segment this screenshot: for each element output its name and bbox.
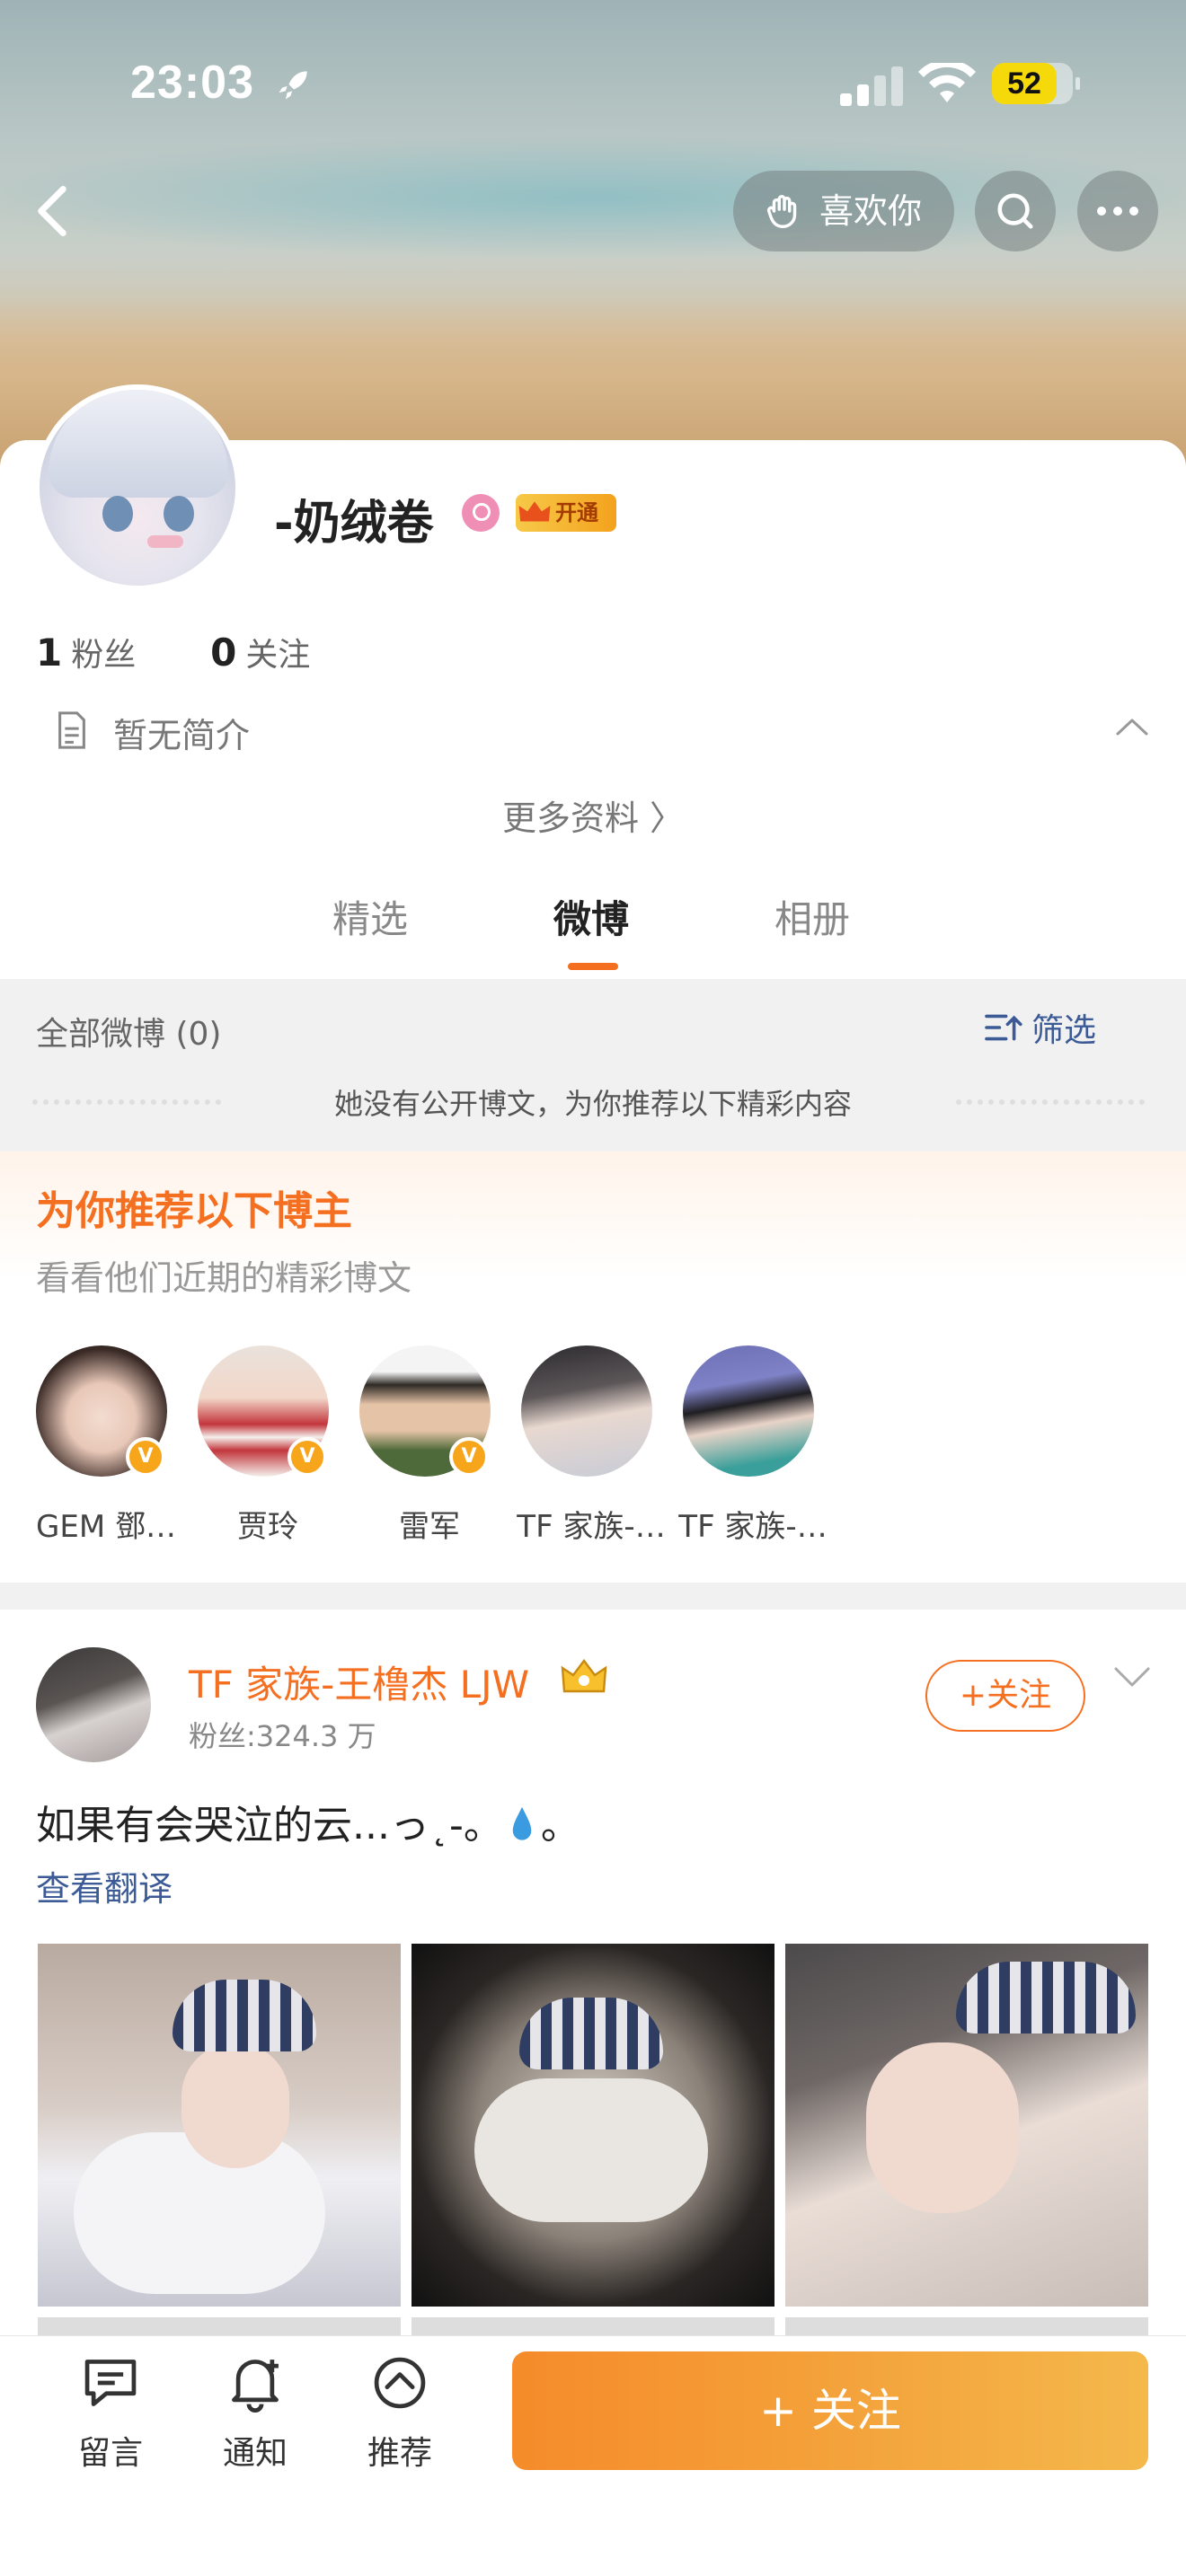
recommended-user[interactable]: TF 家族-… — [510, 1345, 666, 1561]
cellular-signal-icon — [840, 63, 903, 106]
comment-label: 留言 — [77, 2435, 143, 2472]
wifi-icon — [918, 63, 976, 102]
search-icon — [997, 193, 1033, 229]
verified-badge-icon — [126, 1437, 165, 1477]
message-icon — [84, 2360, 137, 2406]
status-time: 23:03 — [130, 57, 254, 109]
recommended-user[interactable]: TF 家族-… — [672, 1345, 828, 1561]
following-label: 关注 — [245, 637, 311, 674]
section-divider — [0, 1583, 1186, 1610]
verified-badge-icon — [288, 1437, 327, 1477]
post-author-fans: 粉丝:324.3 万 — [189, 1719, 376, 1753]
comment-button[interactable]: 留言 — [49, 2353, 166, 2479]
post-image[interactable] — [38, 1944, 401, 2307]
recommended-user-name: GEM 鄧… — [36, 1509, 176, 1545]
translate-link[interactable]: 查看翻译 — [36, 1861, 173, 1910]
profile-nickname: -奶绒卷 — [274, 497, 434, 551]
vip-label: 开通 — [555, 500, 598, 525]
level-badge-icon[interactable] — [462, 494, 500, 532]
status-bar: 23:03 52 — [0, 0, 1186, 180]
post-text-main: 如果有会哭泣的云...っ˛-。 — [36, 1803, 503, 1848]
fans-count: 1 — [36, 631, 63, 675]
following-stat[interactable]: 0 关注 — [210, 631, 311, 675]
vip-badge[interactable]: 开通 — [516, 494, 616, 532]
recommend-subtitle: 看看他们近期的精彩博文 — [36, 1258, 412, 1298]
bio-text: 暂无简介 — [113, 716, 251, 755]
bell-plus-icon — [232, 2360, 279, 2413]
post-image[interactable] — [785, 1944, 1148, 2307]
recommended-user-name: 雷军 — [399, 1509, 460, 1545]
chevron-up-icon[interactable] — [1114, 713, 1150, 740]
tab-album[interactable]: 相册 — [774, 889, 850, 944]
document-icon — [58, 711, 85, 749]
recommend-section: 为你推荐以下博主 看看他们近期的精彩博文 GEM 鄧… 贾玲 雷军 TF 家族-… — [0, 1151, 1186, 1583]
back-arrow-icon[interactable] — [25, 180, 79, 243]
post-text-end: 。 — [540, 1803, 580, 1848]
chevron-circle-icon — [374, 2357, 426, 2409]
tab-weibo[interactable]: 微博 — [553, 889, 629, 944]
crown-icon — [561, 1659, 607, 1693]
droplet-emoji-icon — [512, 1806, 532, 1840]
recommended-user-name: 贾玲 — [237, 1509, 298, 1545]
recommended-user[interactable]: 雷军 — [349, 1345, 501, 1561]
battery-level: 52 — [1007, 66, 1041, 101]
verified-badge-icon — [449, 1437, 489, 1477]
rocket-icon — [279, 71, 307, 100]
more-options-button[interactable] — [1077, 171, 1158, 251]
fans-stat[interactable]: 1 粉丝 — [36, 631, 137, 675]
post-author-avatar[interactable] — [36, 1647, 151, 1762]
avatar — [683, 1345, 814, 1477]
chevron-down-icon[interactable] — [1112, 1663, 1152, 1690]
like-you-button[interactable]: 喜欢你 — [733, 171, 954, 251]
filter-button[interactable]: 筛选 — [985, 1004, 1097, 1051]
profile-tabs: 精选 微博 相册 — [0, 889, 1186, 970]
recommend-button[interactable]: 推荐 — [339, 2353, 456, 2479]
recommended-user[interactable]: GEM 鄧… — [25, 1345, 178, 1561]
post-content: 如果有会哭泣的云...っ˛-。。 — [36, 1793, 580, 1850]
active-tab-indicator — [568, 963, 618, 970]
all-weibo-label: 全部微博 (0) — [36, 1016, 222, 1053]
post-follow-button[interactable]: +关注 — [925, 1660, 1085, 1732]
post-image[interactable] — [412, 1944, 774, 2307]
feed-header — [0, 979, 1186, 1151]
avatar — [521, 1345, 652, 1477]
profile-stats: 1 粉丝 0 关注 — [36, 629, 310, 675]
recommended-user-name: TF 家族-… — [678, 1509, 828, 1545]
recommended-user[interactable]: 贾玲 — [187, 1345, 340, 1561]
search-button[interactable] — [975, 171, 1056, 251]
fans-label: 粉丝 — [71, 637, 137, 674]
notify-button[interactable]: 通知 — [194, 2353, 311, 2479]
filter-icon — [985, 1014, 1022, 1041]
more-info-link[interactable]: 更多资料 〉 — [0, 790, 1186, 840]
like-you-label: 喜欢你 — [819, 191, 923, 231]
notify-label: 通知 — [222, 2435, 288, 2472]
tab-featured[interactable]: 精选 — [332, 889, 408, 944]
crown-icon — [518, 501, 551, 522]
divider-dots-right — [956, 1099, 1145, 1105]
following-count: 0 — [210, 631, 237, 675]
more-dots-icon — [1097, 207, 1138, 216]
recommend-label: 推荐 — [367, 2435, 432, 2472]
battery-icon: 52 — [992, 63, 1080, 104]
follow-button[interactable]: + 关注 — [512, 2351, 1148, 2470]
recommend-title: 为你推荐以下博主 — [36, 1188, 352, 1234]
post-author-name[interactable]: TF 家族-王橹杰 LJW — [189, 1654, 529, 1709]
filter-label: 筛选 — [1031, 1012, 1097, 1049]
recommended-user-name: TF 家族-… — [517, 1509, 666, 1545]
hand-icon — [766, 195, 797, 228]
avatar[interactable] — [34, 384, 241, 591]
